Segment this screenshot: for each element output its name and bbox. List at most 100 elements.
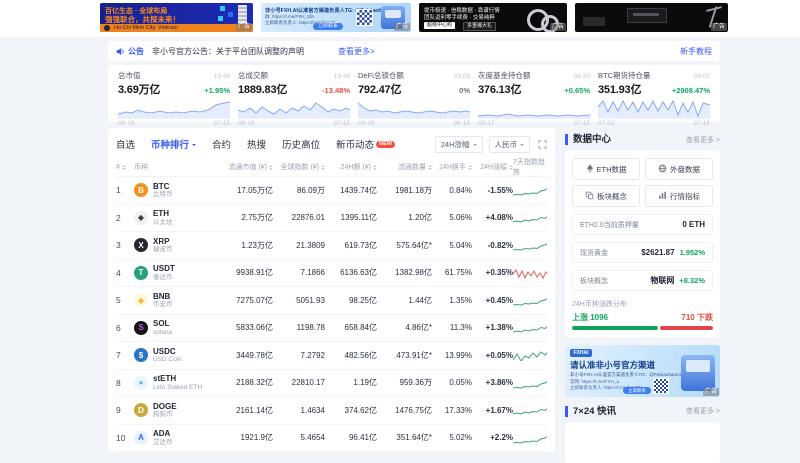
tab-item[interactable]: 合约 [212, 137, 231, 151]
right-sidebar: 数据中心 查看更多 > ETH数据外盘数据板块概念行情指标 ETH2.0当前质押… [565, 128, 720, 463]
ad-tag: 广告 [703, 388, 719, 396]
turnover-cell: 1.35% [432, 296, 472, 305]
column-header[interactable]: 24H涨幅 [472, 162, 513, 172]
sort-dropdown[interactable]: 24H涨幅 [435, 136, 483, 153]
turnover-cell: 11.3% [432, 323, 472, 332]
ad-banner-mining[interactable]: 广告 [575, 3, 728, 32]
table-row[interactable]: 4 T USDT 泰达币 9938.91亿 7.1866 6136.63亿 13… [116, 260, 547, 288]
stat-value: 792.47亿 [358, 81, 401, 97]
tab-item[interactable]: 新币动态NEW [336, 137, 395, 151]
tab-item[interactable]: 历史高位 [282, 137, 320, 151]
column-header[interactable]: 全球指数 (¥) [273, 162, 325, 172]
column-header-label: 流通市值 (¥) [229, 162, 268, 172]
trend-sparkline [513, 239, 547, 251]
announcement-more-link[interactable]: 查看更多> [338, 46, 375, 57]
news-more-link[interactable]: 查看更多 > [686, 406, 720, 416]
data-center-button[interactable]: ETH数据 [572, 158, 640, 180]
pixel-decoration [218, 16, 223, 21]
stat-card: 灰度基金持仓额 06:35 376.13亿 +0.65% 05-17 07-15 [478, 70, 590, 117]
fullscreen-icon[interactable] [538, 140, 547, 149]
data-center-button[interactable]: 行情指标 [645, 185, 713, 207]
price-cell: 7.1866 [273, 268, 325, 277]
ad-tag: 广告 [711, 23, 727, 31]
supply-cell: 351.64亿* [377, 432, 432, 443]
trend-sparkline [513, 432, 547, 444]
data-center-button[interactable]: 外盘数据 [645, 158, 713, 180]
table-row[interactable]: 5 ◆ BNB 币安币 7275.07亿 5051.93 98.25亿 1.44… [116, 287, 547, 315]
change-cell: -1.55% [472, 186, 513, 195]
column-header: 币种 [134, 162, 218, 172]
table-row[interactable]: 1 B BTC 比特币 17.05万亿 86.09万 1439.74亿 1981… [116, 177, 547, 205]
metric-value: 物联网 [650, 275, 674, 286]
trend-sparkline [513, 349, 547, 361]
column-header-label: 流通数量 [398, 162, 426, 172]
data-center-more-link[interactable]: 查看更多 > [686, 135, 720, 145]
rank-cell: 7 [116, 350, 134, 360]
ad-banner-vietnam[interactable]: 百亿生态 · 全球布局 强强联合，共探未来！ Ho Chi Minh City,… [100, 3, 253, 32]
metric-row[interactable]: ETH2.0当前质押量0 ETH [572, 214, 713, 235]
coin-name: 以太坊 [153, 219, 173, 226]
ad-banner-fxh[interactable]: 非小号FXH.AI认准官方渠道负责人TG: @Feixiaohaomak 群: … [261, 3, 411, 32]
supply-cell: 1.44亿 [377, 295, 432, 306]
coin-cell: X XRP 瑞波币 [134, 237, 218, 254]
column-header-label: 7天指数趋势 [513, 157, 547, 177]
table-row[interactable]: 3 X XRP 瑞波币 1.23万亿 21.3809 619.73亿 575.6… [116, 232, 547, 260]
column-header[interactable]: # [116, 164, 134, 171]
coin-name: 泰达币 [153, 274, 175, 281]
rank-cell: 6 [116, 323, 134, 333]
stat-value: 3.69万亿 [118, 81, 160, 97]
stat-value: 376.13亿 [478, 81, 521, 97]
table-row[interactable]: 8 ● stETH Lido Staked ETH 2188.32亿 22810… [116, 370, 547, 398]
tab-item[interactable]: 币种排行 [151, 137, 196, 151]
column-header[interactable]: 流通数量 [377, 162, 432, 172]
metric-row[interactable]: 现货黄金$2621.871.952% [572, 242, 713, 263]
button-label: 板块概念 [597, 191, 627, 202]
coin-icon: ◆ [134, 293, 148, 307]
banner-contact-button[interactable]: 立即联系 [623, 387, 651, 394]
data-center-button[interactable]: 板块概念 [572, 185, 640, 207]
ad-button[interactable]: 多重壕大礼 [463, 22, 496, 31]
column-header[interactable]: 流通市值 (¥) [218, 162, 273, 172]
ranking-panel: 自选币种排行合约热搜历史高位新币动态NEW24H涨幅人民币 #币种流通市值 (¥… [108, 128, 555, 452]
table-row[interactable]: 7 $ USDC USD Coin 3449.78亿 7.2792 482.56… [116, 342, 547, 370]
tab-bar: 自选 币种排行 合约 热搜 历史高位 新币动态NEW 24H涨幅人民币 [116, 134, 547, 154]
coin-cell: B BTC 比特币 [134, 182, 218, 199]
column-header[interactable]: 24H换手 [432, 162, 472, 172]
metric-row[interactable]: 板块概念物联网+8.32% [572, 270, 713, 291]
coin-symbol: ADA [153, 429, 173, 438]
trend-sparkline [513, 184, 547, 196]
ad-banner-exchange[interactable]: 提币极速 · 信稳数据 · 靠谱行情 团队返利零手续费 · 交易纯粹 超级中心购… [419, 3, 567, 32]
rank-cell: 2 [116, 213, 134, 223]
button-label: ETH数据 [597, 164, 627, 175]
stat-date-from: 05-17 [478, 120, 495, 127]
trend-sparkline [513, 212, 547, 224]
table-row[interactable]: 9 D DOGE 狗狗币 2161.14亿 1.4634 374.62亿 147… [116, 397, 547, 425]
table-row[interactable]: 2 ◆ ETH 以太坊 2.75万亿 22876.01 1395.11亿 1.2… [116, 205, 547, 233]
announcement-label: 公告 [128, 46, 144, 57]
beginner-tutorial-link[interactable]: 新手教程 [680, 46, 712, 57]
tab-item[interactable]: 自选 [116, 137, 135, 151]
chart-icon [658, 191, 667, 202]
coin-name: solana [153, 329, 172, 336]
news-card[interactable] [565, 423, 720, 463]
sidebar-ad-banner[interactable]: FXHAI 请认准非小号官方渠道 非小号FXH.AI认准官方渠道负责人TG：@F… [565, 345, 720, 397]
coin-icon: T [134, 266, 148, 280]
tab-item[interactable]: 热搜 [247, 137, 266, 151]
fxh-logo: FXHAI [570, 349, 592, 357]
ad-button[interactable]: 超级中心购 [424, 22, 455, 29]
ad-line: 团队返利零手续费 · 交易纯粹 [424, 13, 495, 21]
stat-date-to: 07-15 [213, 120, 230, 127]
price-cell: 1198.78 [273, 323, 325, 332]
table-row[interactable]: 10 A ADA 艾达币 1921.9亿 5.4654 96.41亿 351.6… [116, 425, 547, 453]
currency-dropdown[interactable]: 人民币 [489, 136, 531, 153]
column-header[interactable]: 24H额 (¥) [325, 162, 377, 172]
announcement-text[interactable]: 非小号官方公告：关于平台团队调整的声明 [152, 46, 304, 57]
ad-contact-button[interactable]: 立即联系 [313, 23, 343, 30]
change-cell: +4.08% [472, 213, 513, 222]
ad-footer: Ho Chi Minh City, Vietnam [100, 24, 253, 32]
coin-name: Lido Staked ETH [153, 384, 202, 391]
ad-tag: 广告 [550, 23, 566, 31]
table-row[interactable]: 6 S SOL solana 5833.06亿 1198.78 658.84亿 … [116, 315, 547, 343]
trend-sparkline [513, 267, 547, 279]
sort-icon [122, 165, 126, 170]
